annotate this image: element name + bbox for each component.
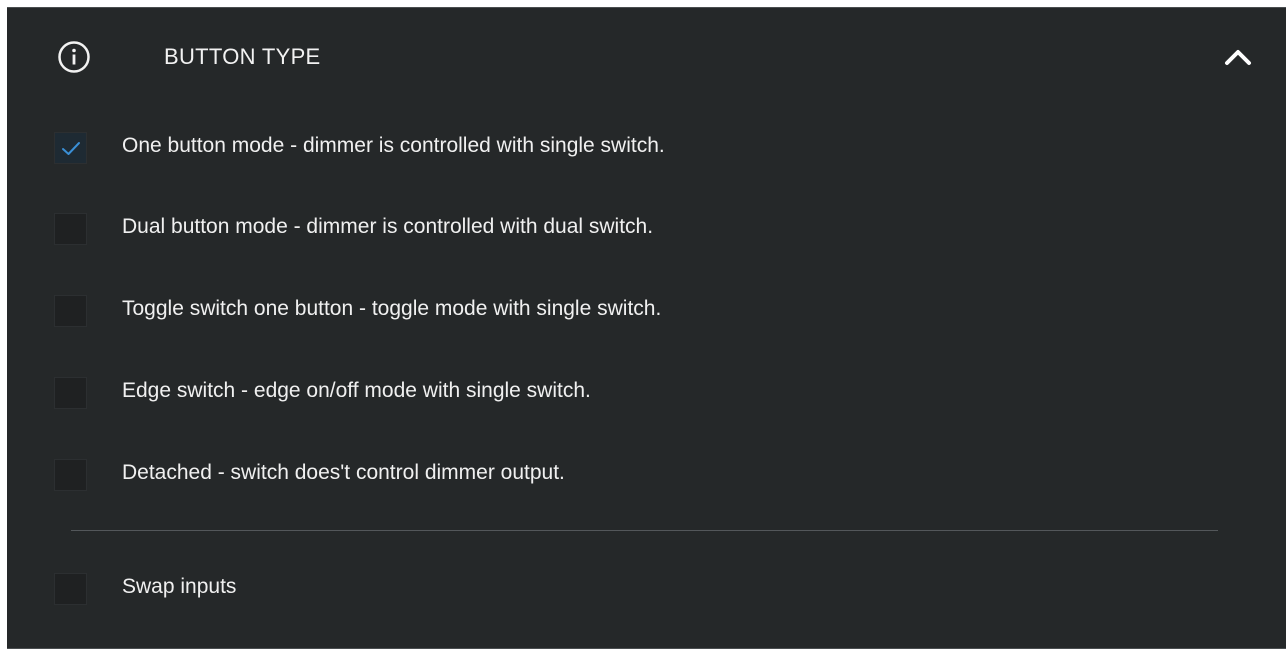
swap-inputs-label: Swap inputs bbox=[122, 575, 237, 598]
divider bbox=[71, 530, 1218, 531]
option-dual-button-mode[interactable]: Dual button mode - dimmer is controlled … bbox=[7, 203, 1286, 253]
swap-inputs-checkbox[interactable] bbox=[54, 573, 87, 605]
option-label: One button mode - dimmer is controlled w… bbox=[122, 134, 665, 157]
chevron-up-icon[interactable] bbox=[1223, 46, 1253, 68]
section-title: BUTTON TYPE bbox=[164, 44, 321, 69]
dual-button-mode-checkbox[interactable] bbox=[54, 213, 87, 245]
detached-checkbox[interactable] bbox=[54, 459, 87, 491]
button-type-panel: BUTTON TYPE One button mode - dimmer is … bbox=[7, 7, 1286, 649]
option-detached[interactable]: Detached - switch does't control dimmer … bbox=[7, 449, 1286, 499]
option-label: Dual button mode - dimmer is controlled … bbox=[122, 215, 654, 238]
toggle-switch-checkbox[interactable] bbox=[54, 295, 87, 327]
edge-switch-checkbox[interactable] bbox=[54, 377, 87, 409]
option-label: Detached - switch does't control dimmer … bbox=[122, 461, 565, 484]
one-button-mode-checkbox[interactable] bbox=[54, 132, 87, 164]
option-edge-switch[interactable]: Edge switch - edge on/off mode with sing… bbox=[7, 367, 1286, 417]
info-icon[interactable] bbox=[57, 40, 91, 74]
option-label: Edge switch - edge on/off mode with sing… bbox=[122, 379, 591, 402]
section-header[interactable]: BUTTON TYPE bbox=[7, 8, 1286, 103]
option-toggle-switch[interactable]: Toggle switch one button - toggle mode w… bbox=[7, 285, 1286, 335]
option-one-button-mode[interactable]: One button mode - dimmer is controlled w… bbox=[7, 122, 1286, 172]
option-swap-inputs[interactable]: Swap inputs bbox=[7, 563, 1286, 613]
option-label: Toggle switch one button - toggle mode w… bbox=[122, 297, 662, 320]
